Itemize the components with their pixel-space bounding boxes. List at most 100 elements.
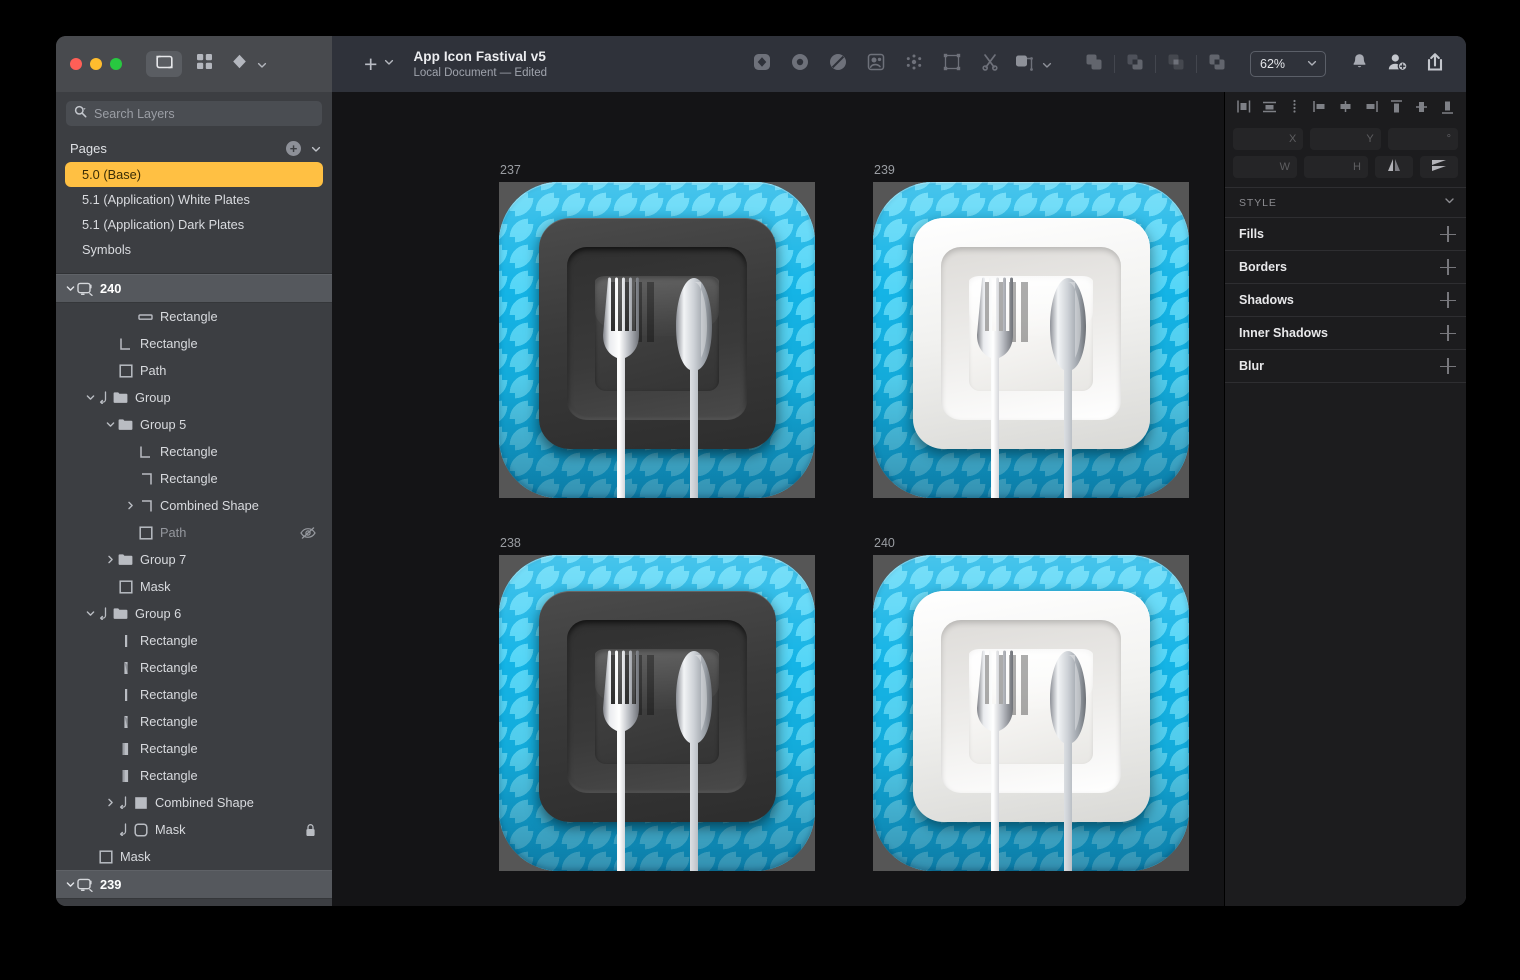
layer-row[interactable]: Rectangle — [56, 735, 332, 762]
minimize-button[interactable] — [90, 58, 102, 70]
layer-row[interactable]: Combined Shape — [56, 492, 332, 519]
flip-horizontal-button[interactable] — [1375, 156, 1413, 178]
align-center-horizontal[interactable] — [1258, 99, 1280, 119]
share-button[interactable] — [1416, 47, 1454, 81]
layer-row[interactable]: Group 5 — [56, 411, 332, 438]
page-item[interactable]: 5.0 (Base) — [65, 162, 323, 187]
artboard[interactable]: 240 — [873, 536, 1189, 874]
hidden-eye-icon[interactable] — [300, 526, 316, 539]
zoom-button[interactable] — [110, 58, 122, 70]
scatter-tool-button[interactable] — [895, 47, 933, 81]
notifications-button[interactable] — [1340, 47, 1378, 81]
add-borders-button[interactable] — [1440, 259, 1456, 275]
layer-row[interactable]: Rectangle — [56, 438, 332, 465]
artboard-label[interactable]: 237 — [500, 163, 521, 177]
align-top[interactable] — [1385, 99, 1407, 119]
align-center-vertical[interactable] — [1411, 99, 1433, 119]
mask-tool-button[interactable] — [1009, 47, 1039, 81]
layer-row[interactable]: Path — [56, 357, 332, 384]
add-fills-button[interactable] — [1440, 226, 1456, 242]
layer-row[interactable]: Rectangle — [56, 681, 332, 708]
disclosure-open-icon[interactable] — [84, 608, 97, 619]
rotate-copies-tool-button[interactable] — [819, 47, 857, 81]
layer-row[interactable]: Rectangle — [56, 303, 332, 330]
disclosure-open-icon[interactable] — [84, 392, 97, 403]
layer-row[interactable]: Rectangle — [56, 708, 332, 735]
artboard-label[interactable]: 238 — [500, 536, 521, 550]
transform-tool-button[interactable] — [933, 47, 971, 81]
scale-tool-button[interactable] — [857, 47, 895, 81]
align-end[interactable] — [1360, 99, 1382, 119]
layer-row[interactable]: Rectangle — [56, 465, 332, 492]
align-start[interactable] — [1309, 99, 1331, 119]
layer-row[interactable]: Combined Shape — [56, 789, 332, 816]
lock-icon[interactable] — [305, 823, 316, 837]
layer-row[interactable]: Rectangle — [56, 762, 332, 789]
artboard-label[interactable]: 239 — [874, 163, 895, 177]
align-middle[interactable] — [1335, 99, 1357, 119]
insert-menu[interactable]: + — [364, 52, 395, 76]
layer-type-icon — [117, 634, 134, 648]
rotation-field[interactable]: ° — [1387, 128, 1458, 150]
union-tool-button[interactable] — [1075, 47, 1113, 81]
align-bottom[interactable] — [1436, 99, 1458, 119]
layer-row[interactable]: Rectangle — [56, 654, 332, 681]
oval-tool-button[interactable] — [781, 47, 819, 81]
add-blur-button[interactable] — [1440, 358, 1456, 374]
mask-tool-chevron-icon[interactable] — [1041, 58, 1053, 70]
artboard-label[interactable]: 240 — [874, 536, 895, 550]
invite-button[interactable] — [1378, 47, 1416, 81]
layer-row[interactable]: Mask — [56, 843, 332, 870]
page-item[interactable]: Symbols — [65, 237, 323, 262]
artboard[interactable]: 238 — [499, 536, 815, 874]
chevron-down-icon[interactable] — [256, 58, 268, 70]
layer-row[interactable]: Group 7 — [56, 546, 332, 573]
shape-tool-button[interactable] — [743, 47, 781, 81]
y-field[interactable]: Y — [1310, 128, 1381, 150]
size-fields-row: W H — [1225, 150, 1466, 178]
search-container: Search Layers — [56, 92, 332, 134]
artboard-row[interactable]: 239 — [56, 870, 332, 899]
layer-row[interactable]: Rectangle — [56, 627, 332, 654]
add-page-button[interactable]: + — [286, 140, 301, 156]
width-field[interactable]: W — [1233, 156, 1297, 178]
subtract-tool-button[interactable] — [1116, 47, 1154, 81]
artboard-row[interactable]: 240 — [56, 274, 332, 303]
distribute[interactable] — [1284, 99, 1306, 119]
canvas[interactable]: 237 239 238 240 — [332, 92, 1225, 906]
artboard[interactable]: 237 — [499, 163, 815, 501]
close-button[interactable] — [70, 58, 82, 70]
page-item[interactable]: 5.1 (Application) White Plates — [65, 187, 323, 212]
grid-view-button[interactable] — [186, 51, 222, 77]
disclosure-closed-icon[interactable] — [104, 797, 117, 808]
disclosure-open-icon[interactable] — [64, 879, 77, 890]
add-inner-shadows-button[interactable] — [1440, 325, 1456, 341]
disclosure-closed-icon[interactable] — [124, 500, 137, 511]
difference-tool-button[interactable] — [1198, 47, 1236, 81]
layer-row[interactable]: Path — [56, 519, 332, 546]
align-left[interactable] — [1233, 99, 1255, 119]
layer-row[interactable]: Rectangle — [56, 330, 332, 357]
add-shadows-button[interactable] — [1440, 292, 1456, 308]
height-field[interactable]: H — [1304, 156, 1368, 178]
disclosure-open-icon[interactable] — [64, 283, 77, 294]
disclosure-open-icon[interactable] — [104, 419, 117, 430]
pages-collapse-chevron-icon[interactable] — [310, 142, 322, 154]
symbols-view-button[interactable] — [226, 51, 252, 77]
style-collapse-chevron-icon[interactable] — [1443, 194, 1456, 212]
scissors-tool-button[interactable] — [971, 47, 1009, 81]
page-item[interactable]: 5.1 (Application) Dark Plates — [65, 212, 323, 237]
zoom-level-select[interactable]: 62% — [1250, 51, 1326, 77]
style-section-header[interactable]: STYLE — [1225, 188, 1466, 218]
layer-row[interactable]: Group — [56, 384, 332, 411]
disclosure-closed-icon[interactable] — [104, 554, 117, 565]
layers-view-button[interactable] — [146, 51, 182, 77]
search-input[interactable]: Search Layers — [66, 101, 322, 126]
intersect-tool-button[interactable] — [1157, 47, 1195, 81]
artboard[interactable]: 239 — [873, 163, 1189, 501]
layer-row[interactable]: Mask — [56, 816, 332, 843]
x-field[interactable]: X — [1233, 128, 1304, 150]
layer-row[interactable]: Group 6 — [56, 600, 332, 627]
flip-vertical-button[interactable] — [1420, 156, 1458, 178]
layer-row[interactable]: Mask — [56, 573, 332, 600]
